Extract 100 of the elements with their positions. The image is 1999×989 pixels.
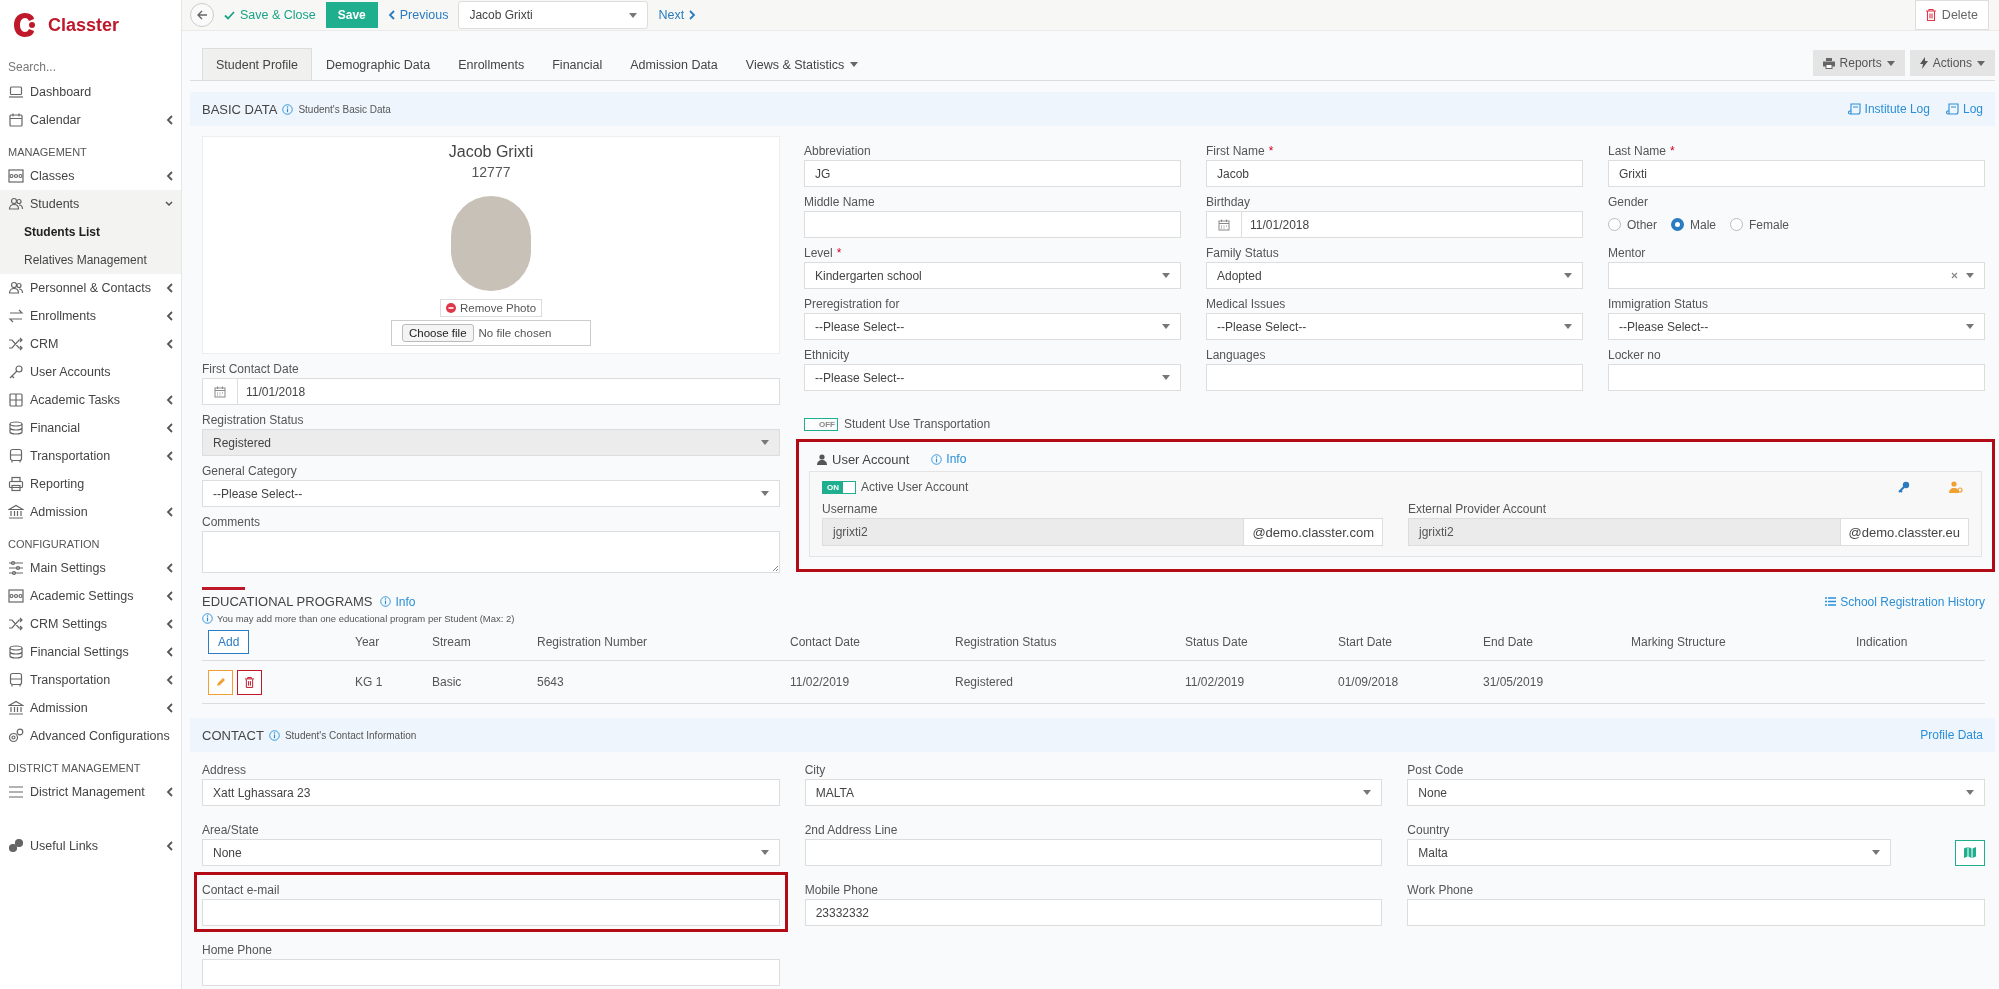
sidebar-item[interactable]: Admission bbox=[0, 498, 181, 526]
back-button[interactable] bbox=[190, 3, 214, 27]
caret-icon bbox=[1162, 375, 1170, 380]
tab[interactable]: Admission Data bbox=[616, 48, 732, 80]
clear-icon[interactable] bbox=[1951, 272, 1958, 279]
dropdown[interactable]: --Please Select-- bbox=[1206, 313, 1583, 340]
sidebar-item[interactable]: District Management bbox=[0, 778, 181, 806]
dropdown[interactable]: None bbox=[1407, 779, 1985, 806]
sidebar-item[interactable]: Academic Settings bbox=[0, 582, 181, 610]
text-field[interactable] bbox=[202, 899, 780, 926]
date-field[interactable]: 11/01/2018 bbox=[1206, 211, 1583, 238]
sidebar-item[interactable]: Advanced Configurations bbox=[0, 722, 181, 750]
text-field[interactable] bbox=[804, 211, 1181, 238]
calendar-icon bbox=[8, 112, 24, 128]
text-field[interactable]: Jacob bbox=[1206, 160, 1583, 187]
map-icon bbox=[1964, 847, 1976, 858]
delete-row-button[interactable] bbox=[237, 669, 262, 695]
sidebar-item[interactable]: Useful Links bbox=[0, 832, 181, 860]
sidebar-item[interactable]: CRM Settings bbox=[0, 610, 181, 638]
sidebar-item[interactable]: Reporting bbox=[0, 470, 181, 498]
student-id: 12777 bbox=[471, 164, 511, 180]
tab[interactable]: Views & Statistics bbox=[731, 48, 873, 80]
remove-photo-button[interactable]: Remove Photo bbox=[439, 299, 543, 317]
sidebar-item[interactable]: Personnel & Contacts bbox=[0, 274, 181, 302]
laptop-icon bbox=[8, 84, 24, 100]
next-link[interactable]: Next bbox=[658, 8, 697, 22]
dropdown[interactable]: --Please Select-- bbox=[1608, 313, 1985, 340]
radio-button[interactable] bbox=[1671, 218, 1684, 231]
toggle-switch[interactable]: OFF bbox=[804, 417, 838, 431]
text-field[interactable]: Grixti bbox=[1608, 160, 1985, 187]
dropdown[interactable]: --Please Select-- bbox=[804, 364, 1181, 391]
file-input[interactable]: Choose file No file chosen bbox=[391, 320, 591, 346]
text-field[interactable] bbox=[804, 839, 1383, 866]
info-link[interactable]: Info bbox=[380, 594, 416, 609]
dropdown[interactable]: Adopted bbox=[1206, 262, 1583, 289]
text-field[interactable] bbox=[1407, 899, 1985, 926]
username-field[interactable]: jgrixti2 bbox=[822, 518, 1245, 546]
reports-button[interactable]: Reports bbox=[1812, 50, 1905, 76]
sidebar-item[interactable]: Main Settings bbox=[0, 554, 181, 582]
add-button[interactable]: Add bbox=[208, 630, 250, 654]
column-header: Stream bbox=[432, 635, 471, 649]
text-field[interactable]: Xatt Lghassara 23 bbox=[202, 779, 780, 806]
table-cell: 01/09/2018 bbox=[1338, 675, 1399, 689]
dropdown[interactable]: --Please Select-- bbox=[202, 480, 780, 507]
chevron-down-icon bbox=[165, 201, 173, 207]
map-button[interactable] bbox=[1955, 839, 1985, 866]
tab[interactable]: Demographic Data bbox=[312, 48, 445, 80]
bank-icon bbox=[8, 504, 24, 520]
text-field[interactable] bbox=[202, 959, 780, 986]
dropdown[interactable]: --Please Select-- bbox=[804, 313, 1181, 340]
caret-icon bbox=[1966, 273, 1974, 278]
tab[interactable]: Financial bbox=[538, 48, 617, 80]
text-field[interactable]: JG bbox=[804, 160, 1181, 187]
comments-field[interactable] bbox=[202, 531, 780, 573]
sidebar-item[interactable]: Financial Settings bbox=[0, 638, 181, 666]
date-field[interactable]: 11/01/2018 bbox=[202, 378, 780, 405]
person-gear-icon[interactable] bbox=[1949, 481, 1963, 493]
text-field[interactable]: 23332332 bbox=[804, 899, 1383, 926]
radio-button[interactable] bbox=[1608, 218, 1621, 231]
field-label: Post Code bbox=[1407, 763, 1464, 777]
section-title: EDUCATIONAL PROGRAMS bbox=[202, 594, 373, 609]
text-field[interactable] bbox=[1608, 364, 1985, 391]
dropdown[interactable]: None bbox=[202, 839, 780, 866]
sidebar-item[interactable]: Academic Tasks bbox=[0, 386, 181, 414]
dropdown[interactable]: Kindergarten school bbox=[804, 262, 1181, 289]
chevron-left-icon bbox=[166, 591, 173, 601]
radio-label: Female bbox=[1749, 217, 1790, 232]
field-label: Contact e-mail bbox=[202, 883, 280, 897]
field-label: Address bbox=[202, 763, 247, 777]
actions-button[interactable]: Actions bbox=[1909, 50, 1995, 76]
sidebar-item[interactable]: Admission bbox=[0, 694, 181, 722]
search-field[interactable]: Search... bbox=[8, 60, 181, 78]
previous-link[interactable]: Previous bbox=[387, 8, 449, 22]
sidebar-item[interactable]: Enrollments bbox=[0, 302, 181, 330]
sidebar-item[interactable]: Students bbox=[0, 190, 181, 218]
sidebar-item[interactable]: Calendar bbox=[0, 106, 181, 134]
info-link[interactable]: Info bbox=[931, 452, 967, 466]
sidebar-subitem[interactable]: Students List bbox=[0, 218, 181, 246]
sidebar-item[interactable]: Transportation bbox=[0, 666, 181, 694]
delete-button[interactable]: Delete bbox=[1914, 0, 1989, 30]
toggle-label: Student Use Transportation bbox=[844, 417, 991, 431]
table-cell: 11/02/2019 bbox=[1185, 675, 1245, 689]
sidebar-item[interactable]: Transportation bbox=[0, 442, 181, 470]
tab[interactable]: Enrollments bbox=[444, 48, 539, 80]
field-label: Gender bbox=[1608, 195, 1649, 209]
dropdown[interactable]: Malta bbox=[1407, 839, 1891, 866]
username-field[interactable]: jgrixti2 bbox=[1408, 518, 1841, 546]
student-select[interactable]: Jacob Grixti bbox=[458, 1, 649, 29]
radio-button[interactable] bbox=[1730, 218, 1744, 231]
tab[interactable]: Student Profile bbox=[202, 48, 312, 80]
sidebar-item[interactable]: User Accounts bbox=[0, 358, 181, 386]
sidebar-item[interactable]: Financial bbox=[0, 414, 181, 442]
dropdown[interactable]: MALTA bbox=[804, 779, 1383, 806]
sidebar-item[interactable]: Classes bbox=[0, 162, 181, 190]
sidebar-subitem[interactable]: Relatives Management bbox=[0, 246, 181, 274]
sidebar-item[interactable]: CRM bbox=[0, 330, 181, 358]
sidebar-item[interactable]: Dashboard bbox=[0, 78, 181, 106]
key-icon[interactable] bbox=[1898, 481, 1910, 493]
text-field[interactable] bbox=[1206, 364, 1583, 391]
people-row-icon bbox=[8, 168, 24, 184]
